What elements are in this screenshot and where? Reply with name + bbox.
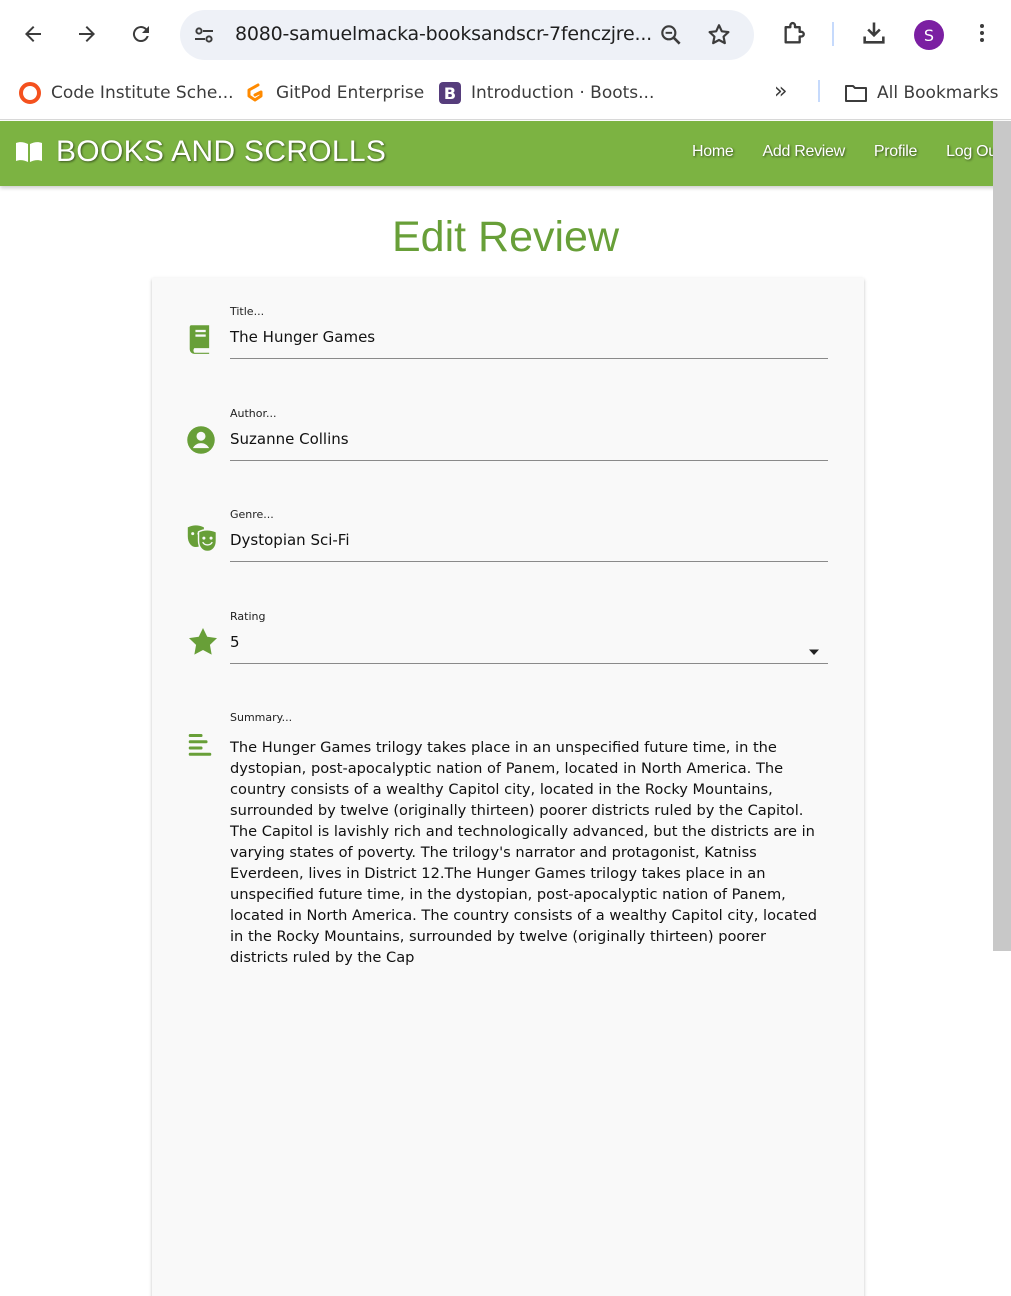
browser-menu-button[interactable] (967, 18, 997, 48)
title-input[interactable]: The Hunger Games (230, 328, 828, 350)
address-bar[interactable]: 8080-samuelmacka-booksandscr-7fenczjre..… (180, 10, 754, 60)
url-text[interactable]: 8080-samuelmacka-booksandscr-7fenczjre..… (235, 23, 652, 45)
title-underline (230, 358, 828, 359)
author-field[interactable]: Author... Suzanne Collins (230, 407, 828, 461)
zoom-icon[interactable] (658, 22, 684, 48)
caret-down-icon[interactable] (808, 648, 820, 656)
site-navbar: BOOKS AND SCROLLS Home Add Review Profil… (0, 121, 1011, 186)
bookmarks-bar: Code Institute Sche... GitPod Enterprise… (0, 68, 1011, 120)
book-icon (183, 322, 217, 356)
code-institute-icon (18, 81, 42, 105)
profile-avatar[interactable]: S (914, 20, 944, 50)
bookmarks-overflow-button[interactable]: » (774, 76, 787, 106)
browser-toolbar: 8080-samuelmacka-booksandscr-7fenczjre..… (0, 0, 1011, 68)
all-bookmarks-label: All Bookmarks (877, 83, 999, 103)
arrow-right-icon (79, 26, 95, 42)
nav-home-link[interactable]: Home (692, 143, 734, 161)
author-label: Author... (230, 407, 277, 420)
nav-add-review-link[interactable]: Add Review (763, 143, 846, 161)
title-field[interactable]: Title... The Hunger Games (230, 305, 828, 359)
nav-profile-link[interactable]: Profile (874, 143, 918, 161)
all-bookmarks-button[interactable]: All Bookmarks (844, 78, 998, 108)
folder-icon (844, 81, 868, 105)
more-vert-icon (980, 24, 984, 42)
theater-masks-icon (186, 522, 220, 556)
gitpod-icon (243, 81, 267, 105)
title-label: Title... (230, 305, 265, 318)
genre-underline (230, 561, 828, 562)
forward-button[interactable] (67, 14, 107, 54)
genre-field[interactable]: Genre... Dystopian Sci-Fi (230, 508, 828, 562)
reload-button[interactable] (121, 14, 161, 54)
edit-review-form: Title... The Hunger Games Author... Suza… (152, 278, 864, 1296)
rating-underline (230, 663, 828, 664)
genre-input[interactable]: Dystopian Sci-Fi (230, 531, 828, 553)
reload-icon (132, 26, 149, 43)
download-icon (863, 22, 885, 44)
summary-label: Summary... (230, 711, 293, 724)
bootstrap-icon: B (438, 81, 462, 105)
back-button[interactable] (13, 14, 53, 54)
genre-label: Genre... (230, 508, 274, 521)
rating-value[interactable]: 5 (230, 633, 828, 655)
svg-text:B: B (444, 84, 456, 103)
arrow-left-icon (25, 26, 41, 42)
open-book-icon (16, 142, 42, 162)
account-circle-icon (184, 423, 218, 457)
page-title: Edit Review (391, 213, 620, 261)
brand-title: BOOKS AND SCROLLS (56, 135, 387, 168)
bookmark-gitpod[interactable]: GitPod Enterprise (243, 78, 424, 108)
puzzle-icon (784, 21, 805, 44)
toolbar-divider (832, 22, 834, 46)
downloads-button[interactable] (859, 18, 889, 48)
author-input[interactable]: Suzanne Collins (230, 430, 828, 452)
author-underline (230, 460, 828, 461)
notes-icon (183, 727, 217, 761)
bookmark-code-institute[interactable]: Code Institute Sche... (18, 78, 234, 108)
bookmark-label: GitPod Enterprise (276, 83, 425, 103)
summary-textarea[interactable]: The Hunger Games trilogy takes place in … (230, 737, 828, 968)
bookmark-star-icon[interactable] (706, 22, 732, 48)
bookmark-label: Introduction · Boots... (471, 83, 655, 103)
summary-field[interactable]: Summary... The Hunger Games trilogy take… (230, 711, 828, 968)
nav-links: Home Add Review Profile Log Out (663, 143, 1001, 161)
extensions-button[interactable] (780, 18, 810, 48)
bookmark-label: Code Institute Sche... (51, 83, 234, 103)
brand-logo[interactable]: BOOKS AND SCROLLS (14, 135, 386, 169)
star-icon (186, 625, 220, 659)
rating-label: Rating (230, 610, 266, 623)
bookmarks-divider (818, 80, 820, 102)
bookmark-bootstrap[interactable]: B Introduction · Boots... (438, 78, 654, 108)
site-settings-icon[interactable] (192, 23, 216, 47)
rating-select[interactable]: Rating 5 (230, 610, 828, 664)
